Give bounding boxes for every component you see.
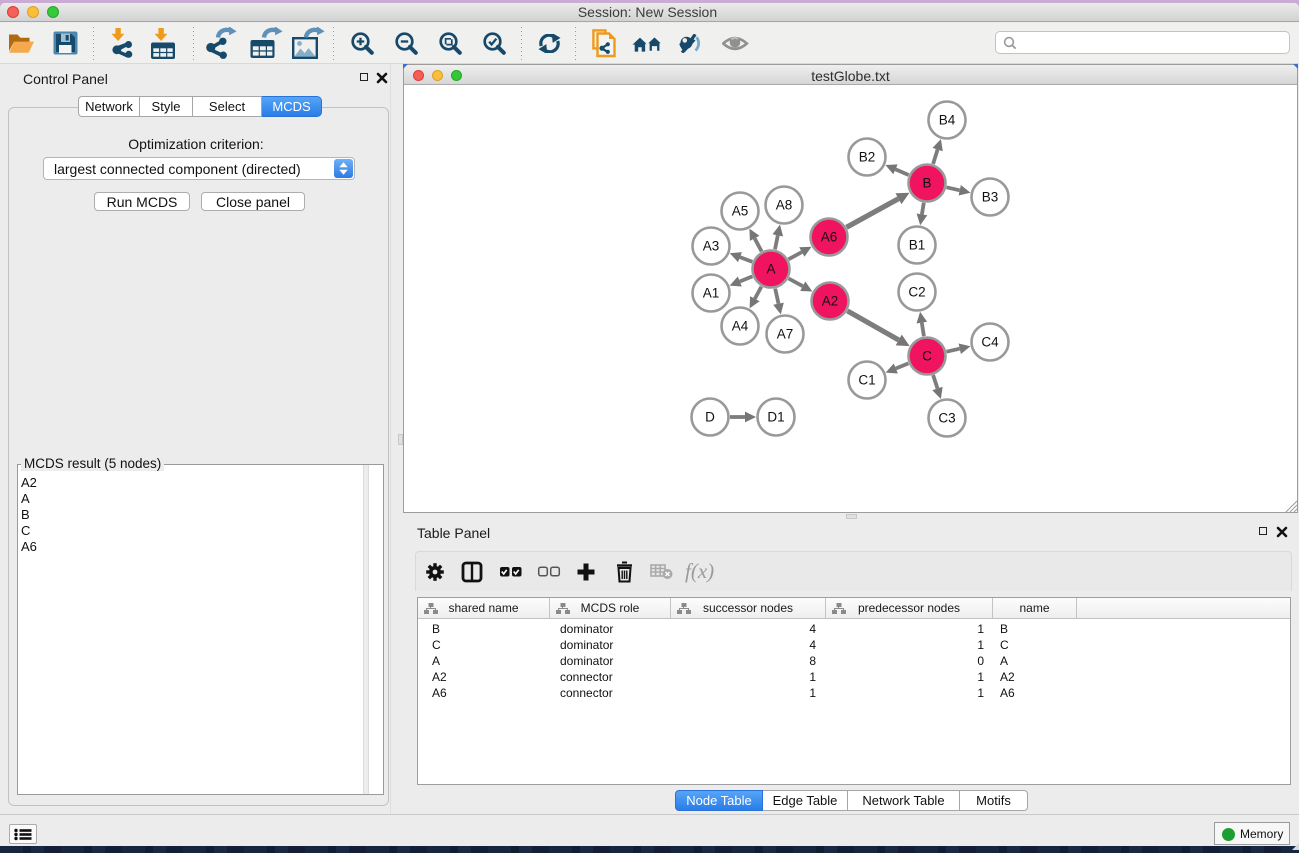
svg-text:B3: B3 [982, 190, 999, 205]
svg-text:B2: B2 [859, 150, 876, 165]
svg-text:C3: C3 [938, 411, 955, 426]
svg-text:D1: D1 [767, 410, 784, 425]
svg-text:C2: C2 [908, 285, 925, 300]
svg-text:B: B [922, 176, 931, 191]
svg-text:C: C [922, 349, 932, 364]
svg-text:A5: A5 [732, 204, 749, 219]
svg-text:B1: B1 [909, 238, 926, 253]
svg-text:A7: A7 [777, 327, 794, 342]
svg-text:A2: A2 [822, 294, 839, 309]
svg-text:D: D [705, 410, 715, 425]
svg-text:A4: A4 [732, 319, 749, 334]
svg-text:A3: A3 [703, 239, 720, 254]
svg-text:C4: C4 [981, 335, 999, 350]
svg-text:A6: A6 [821, 230, 838, 245]
svg-text:A8: A8 [776, 198, 793, 213]
svg-text:A: A [766, 262, 775, 277]
svg-text:C1: C1 [858, 373, 875, 388]
svg-text:B4: B4 [939, 113, 956, 128]
svg-text:A1: A1 [703, 286, 720, 301]
